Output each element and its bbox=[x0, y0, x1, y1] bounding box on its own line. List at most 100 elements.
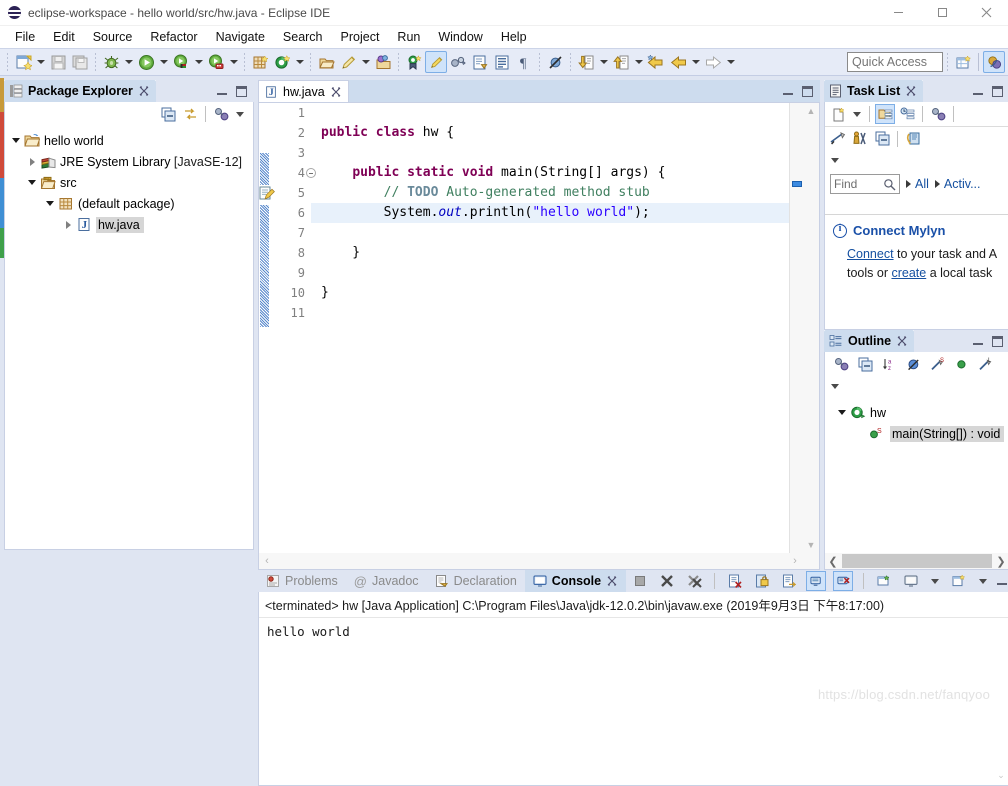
overview-ruler[interactable] bbox=[789, 103, 803, 553]
tree-item-project[interactable]: hello world bbox=[5, 130, 253, 151]
view-menu-icon[interactable] bbox=[211, 104, 231, 124]
scroll-down-arrow[interactable]: ▼ bbox=[803, 537, 819, 553]
terminate-icon[interactable] bbox=[630, 571, 650, 591]
collapse-all-icon[interactable] bbox=[855, 354, 875, 374]
minimize-view-button[interactable] bbox=[217, 87, 227, 95]
outline-horizontal-scrollbar[interactable]: ❮ ❯ bbox=[825, 553, 1008, 569]
maximize-view-button[interactable] bbox=[992, 85, 1003, 97]
minimize-editor-button[interactable] bbox=[783, 87, 793, 95]
back-icon[interactable] bbox=[645, 51, 667, 73]
minimize-view-button[interactable] bbox=[973, 87, 983, 95]
restore-tasks-icon[interactable] bbox=[903, 129, 923, 149]
clear-console-icon[interactable] bbox=[725, 571, 745, 591]
word-wrap-icon[interactable] bbox=[779, 571, 799, 591]
remove-launch-icon[interactable] bbox=[657, 571, 677, 591]
new-task-icon[interactable] bbox=[828, 104, 848, 124]
run-dropdown[interactable] bbox=[157, 51, 170, 73]
run-icon[interactable] bbox=[135, 51, 157, 73]
display-selected-console-chevron-icon[interactable] bbox=[928, 571, 942, 591]
filter-activate[interactable]: Activ... bbox=[935, 177, 981, 191]
save-icon[interactable] bbox=[47, 51, 69, 73]
new-task-icon[interactable] bbox=[403, 51, 425, 73]
open-console-icon[interactable] bbox=[949, 571, 969, 591]
find-input[interactable]: Find bbox=[830, 174, 900, 194]
focus-on-active-task-icon[interactable] bbox=[831, 354, 851, 374]
search-icon[interactable] bbox=[883, 178, 896, 191]
open-task-icon[interactable] bbox=[372, 51, 394, 73]
editor-vertical-scrollbar[interactable]: ▲ ▼ bbox=[803, 103, 819, 553]
synchronize-changed-icon[interactable] bbox=[928, 104, 948, 124]
hide-non-public-icon[interactable] bbox=[951, 354, 971, 374]
run-external-tools-icon[interactable] bbox=[170, 51, 192, 73]
editor-gutter[interactable] bbox=[259, 103, 275, 553]
close-icon[interactable] bbox=[138, 85, 150, 97]
open-console-chevron-icon[interactable] bbox=[976, 571, 990, 591]
scroll-right-arrow[interactable]: › bbox=[787, 553, 803, 569]
new-task-chevron-icon[interactable] bbox=[850, 104, 864, 124]
pin-console-icon[interactable] bbox=[874, 571, 894, 591]
menu-run[interactable]: Run bbox=[388, 28, 429, 46]
twisty-closed-icon[interactable] bbox=[25, 154, 39, 170]
view-menu-chevron-icon[interactable] bbox=[828, 376, 842, 396]
show-all-tasks-icon[interactable] bbox=[850, 129, 870, 149]
back-history-icon[interactable] bbox=[667, 51, 689, 73]
search-icon[interactable] bbox=[337, 51, 359, 73]
next-annotation-icon[interactable] bbox=[469, 51, 491, 73]
create-link[interactable]: create bbox=[891, 266, 926, 280]
tree-item-src[interactable]: src bbox=[5, 172, 253, 193]
tree-item-jre-library[interactable]: JRE System Library [JavaSE-12] bbox=[5, 151, 253, 172]
previous-edit-dropdown[interactable] bbox=[632, 51, 645, 73]
hide-fields-icon[interactable] bbox=[903, 354, 923, 374]
lock-scroll-icon[interactable] bbox=[752, 571, 772, 591]
forward-dropdown[interactable] bbox=[724, 51, 737, 73]
maximize-view-button[interactable] bbox=[236, 85, 247, 97]
hide-static-members-icon[interactable]: S bbox=[927, 354, 947, 374]
tab-task-list[interactable]: Task List bbox=[824, 80, 924, 102]
code-area[interactable]: 1 2 3 4 5 6 7 8 9 10 11 public class hw … bbox=[259, 103, 803, 553]
debug-dropdown[interactable] bbox=[122, 51, 135, 73]
menu-edit[interactable]: Edit bbox=[44, 28, 84, 46]
focus-on-workweek-icon[interactable] bbox=[828, 129, 848, 149]
save-all-icon[interactable] bbox=[69, 51, 91, 73]
new-java-package-icon[interactable] bbox=[249, 51, 271, 73]
back-history-dropdown[interactable] bbox=[689, 51, 702, 73]
new-wizard-icon[interactable] bbox=[12, 51, 34, 73]
sort-alphabetically-icon[interactable]: a z bbox=[879, 354, 899, 374]
close-icon[interactable] bbox=[905, 85, 917, 97]
twisty-open-icon[interactable] bbox=[25, 175, 39, 191]
forward-icon[interactable] bbox=[702, 51, 724, 73]
new-wizard-dropdown[interactable] bbox=[34, 51, 47, 73]
minimize-button[interactable] bbox=[876, 0, 920, 26]
close-icon[interactable] bbox=[896, 335, 908, 347]
tab-problems[interactable]: Problems bbox=[258, 570, 346, 592]
tab-package-explorer[interactable]: Package Explorer bbox=[4, 80, 156, 102]
tree-item-default-package[interactable]: (default package) bbox=[5, 193, 253, 214]
close-button[interactable] bbox=[964, 0, 1008, 26]
close-icon[interactable] bbox=[606, 575, 618, 587]
twisty-closed-icon[interactable] bbox=[61, 217, 75, 233]
open-perspective-icon[interactable] bbox=[952, 51, 974, 73]
skip-breakpoints-icon[interactable] bbox=[544, 51, 566, 73]
menu-file[interactable]: File bbox=[6, 28, 44, 46]
menu-window[interactable]: Window bbox=[429, 28, 491, 46]
tab-declaration[interactable]: Declaration bbox=[426, 570, 525, 592]
menu-project[interactable]: Project bbox=[332, 28, 389, 46]
quickfix-todo-icon[interactable] bbox=[259, 185, 275, 201]
display-selected-console-icon[interactable] bbox=[901, 571, 921, 591]
scroll-left-arrow[interactable]: ‹ bbox=[259, 553, 275, 569]
twisty-open-icon[interactable] bbox=[835, 405, 849, 421]
maximize-editor-button[interactable] bbox=[802, 85, 813, 97]
tab-outline[interactable]: Outline bbox=[824, 330, 915, 352]
minimize-console-button[interactable] bbox=[997, 577, 1008, 585]
link-with-editor-icon[interactable] bbox=[180, 104, 200, 124]
outline-item-class[interactable]: hw bbox=[825, 402, 1008, 423]
console-scroll-down-arrow[interactable]: ⌄ bbox=[994, 770, 1008, 784]
minimize-view-button[interactable] bbox=[973, 337, 983, 345]
overview-marker[interactable] bbox=[792, 181, 802, 187]
twisty-open-icon[interactable] bbox=[43, 196, 57, 212]
code-text[interactable]: public class hw { public static void mai… bbox=[311, 103, 803, 553]
scroll-right-arrow[interactable]: ❯ bbox=[993, 553, 1008, 569]
previous-edit-icon[interactable] bbox=[610, 51, 632, 73]
menu-refactor[interactable]: Refactor bbox=[141, 28, 206, 46]
scrollbar-thumb[interactable] bbox=[842, 554, 992, 568]
